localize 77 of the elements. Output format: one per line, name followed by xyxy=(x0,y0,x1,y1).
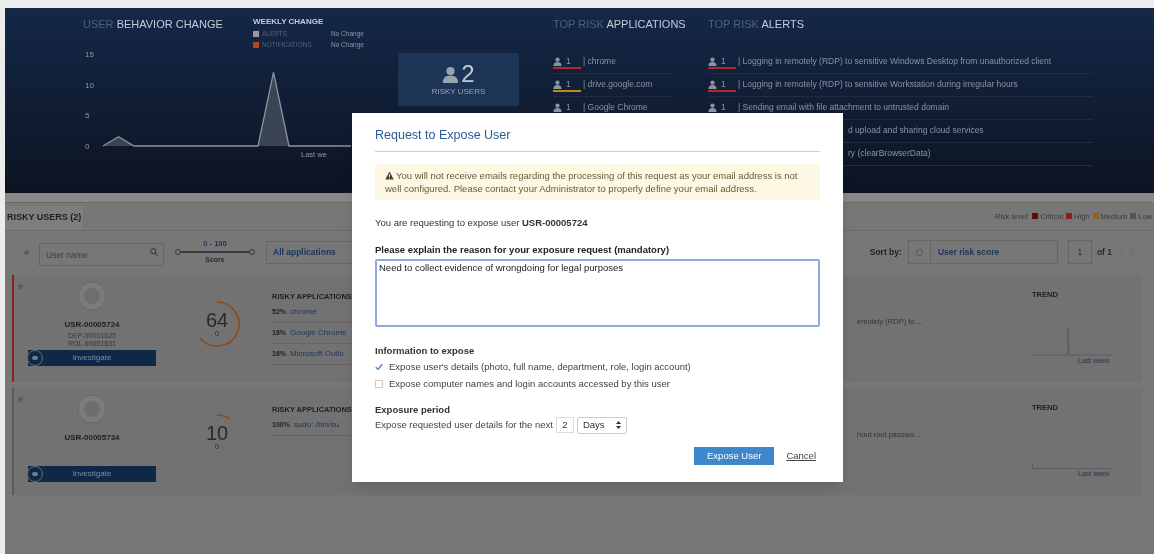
page-field[interactable]: 1 xyxy=(1067,240,1092,264)
user-id: USR-00005724 xyxy=(64,319,120,331)
dialog-title: Request to Expose User xyxy=(375,126,820,152)
axis-tick-label: 0 xyxy=(85,142,90,151)
investigate-button[interactable]: Investigate xyxy=(28,350,156,366)
app-link[interactable]: Microsoft Outlo xyxy=(290,348,344,361)
axis-tick-label: 10 xyxy=(85,80,94,90)
sort-label: Sort by: xyxy=(869,245,902,259)
list-item-text: | chrome xyxy=(583,55,616,68)
user-icon xyxy=(553,80,562,89)
user-id: USR-00005734 xyxy=(64,432,120,444)
select-arrows-icon xyxy=(615,421,621,430)
unit-select[interactable]: Days xyxy=(576,416,627,434)
section-heading: Information to expose xyxy=(375,344,476,359)
star-icon[interactable] xyxy=(17,283,24,290)
warning-icon xyxy=(385,170,394,180)
risky-users-count: 2 xyxy=(461,61,475,86)
alert-text: d upload and sharing cloud services xyxy=(848,124,984,137)
request-text: You are requesting to expose user USR-00005724 xyxy=(375,215,589,230)
app-link[interactable]: Google Chrome xyxy=(290,327,347,340)
risky-users-tab[interactable]: RISKY USERS (2) xyxy=(5,206,84,230)
period-field[interactable]: 2 xyxy=(555,417,574,434)
risky-users-card[interactable]: 2 RISKY USERS xyxy=(398,53,519,106)
alert-text: ry (clearBrowserData) xyxy=(848,147,931,160)
list-item-text: | Logging in remotely (RDP) to sensitive Windows Desktop from unauthorized client xyxy=(738,55,1052,68)
count-text: 1 xyxy=(721,78,726,91)
count-text: 1 xyxy=(721,101,726,114)
search-icon xyxy=(150,247,158,256)
star-icon[interactable] xyxy=(23,248,30,256)
score-arc xyxy=(199,300,240,347)
axis-tick-label: 15 xyxy=(85,50,94,59)
page-count: of 1 xyxy=(1096,245,1112,259)
warning-message: You will not receive emails regarding the processing of this request as your email address is not well configured. Please contact your Administrator to properly define your email address. xyxy=(385,168,799,195)
section-title: TOP RISK ALERTS xyxy=(708,17,805,32)
section-title: WEEKLY CHANGE xyxy=(253,16,325,28)
user-icon xyxy=(553,57,562,66)
checkbox-label: Expose user's details (photo, full name, department, role, login account) xyxy=(389,359,691,374)
risky-users-label: RISKY USERS xyxy=(431,85,486,98)
risk-score: 10 xyxy=(205,422,229,443)
section-title: TOP RISK APPLICATIONS xyxy=(553,17,687,32)
slider-thumb[interactable] xyxy=(175,249,181,256)
cancel-link[interactable]: Cancel xyxy=(786,448,816,463)
score-slider[interactable] xyxy=(175,249,255,256)
field-label: Please explain the reason for your exposure request (mandatory) xyxy=(375,243,671,257)
user-icon xyxy=(553,103,562,112)
sort-value: User risk score xyxy=(936,245,1000,259)
score-arc xyxy=(216,413,231,420)
section-heading: Exposure period xyxy=(375,402,451,417)
app-link[interactable]: sudo: /bin/su xyxy=(293,419,340,432)
eye-icon xyxy=(27,466,43,482)
user-icon xyxy=(708,57,717,66)
list-item-text: | Sending email with file attachment to untrusted domain xyxy=(738,101,950,114)
axis-tick-label: 5 xyxy=(85,111,90,121)
count-text: 1 xyxy=(721,55,726,68)
expose-user-button[interactable]: Expose User xyxy=(694,446,775,465)
reason-field[interactable]: Need to collect evidence of wrongdoing for legal purposes xyxy=(375,259,820,328)
user-icon xyxy=(708,80,717,89)
count-text: 1 xyxy=(566,101,571,114)
app-link[interactable]: chrome xyxy=(290,306,317,319)
section-title: USER BEHAVIOR CHANGE xyxy=(83,17,224,32)
list-item-text: | Logging in remotely (RDP) to sensitive Workstation during irregular hours xyxy=(738,78,1018,91)
checkbox[interactable] xyxy=(375,363,383,371)
list-item-text: | Google Chrome xyxy=(583,101,648,114)
period-text: Expose requested user details for the next xyxy=(375,418,553,433)
star-icon[interactable] xyxy=(17,396,24,403)
eye-icon xyxy=(27,350,43,366)
user-icon xyxy=(708,103,717,112)
count-text: 1 xyxy=(566,55,571,68)
slider-thumb[interactable] xyxy=(249,249,255,256)
count-text: 1 xyxy=(566,78,571,91)
risk-score: 64 xyxy=(205,309,229,330)
user-icon xyxy=(442,65,460,83)
checkbox-label: Expose computer names and login accounts accessed by this user xyxy=(389,376,670,391)
list-item-text: | drive.google.com xyxy=(583,78,653,91)
sort-select[interactable]: User risk score xyxy=(907,240,1058,264)
investigate-button[interactable]: Investigate xyxy=(28,466,156,482)
checkbox[interactable] xyxy=(375,380,383,388)
